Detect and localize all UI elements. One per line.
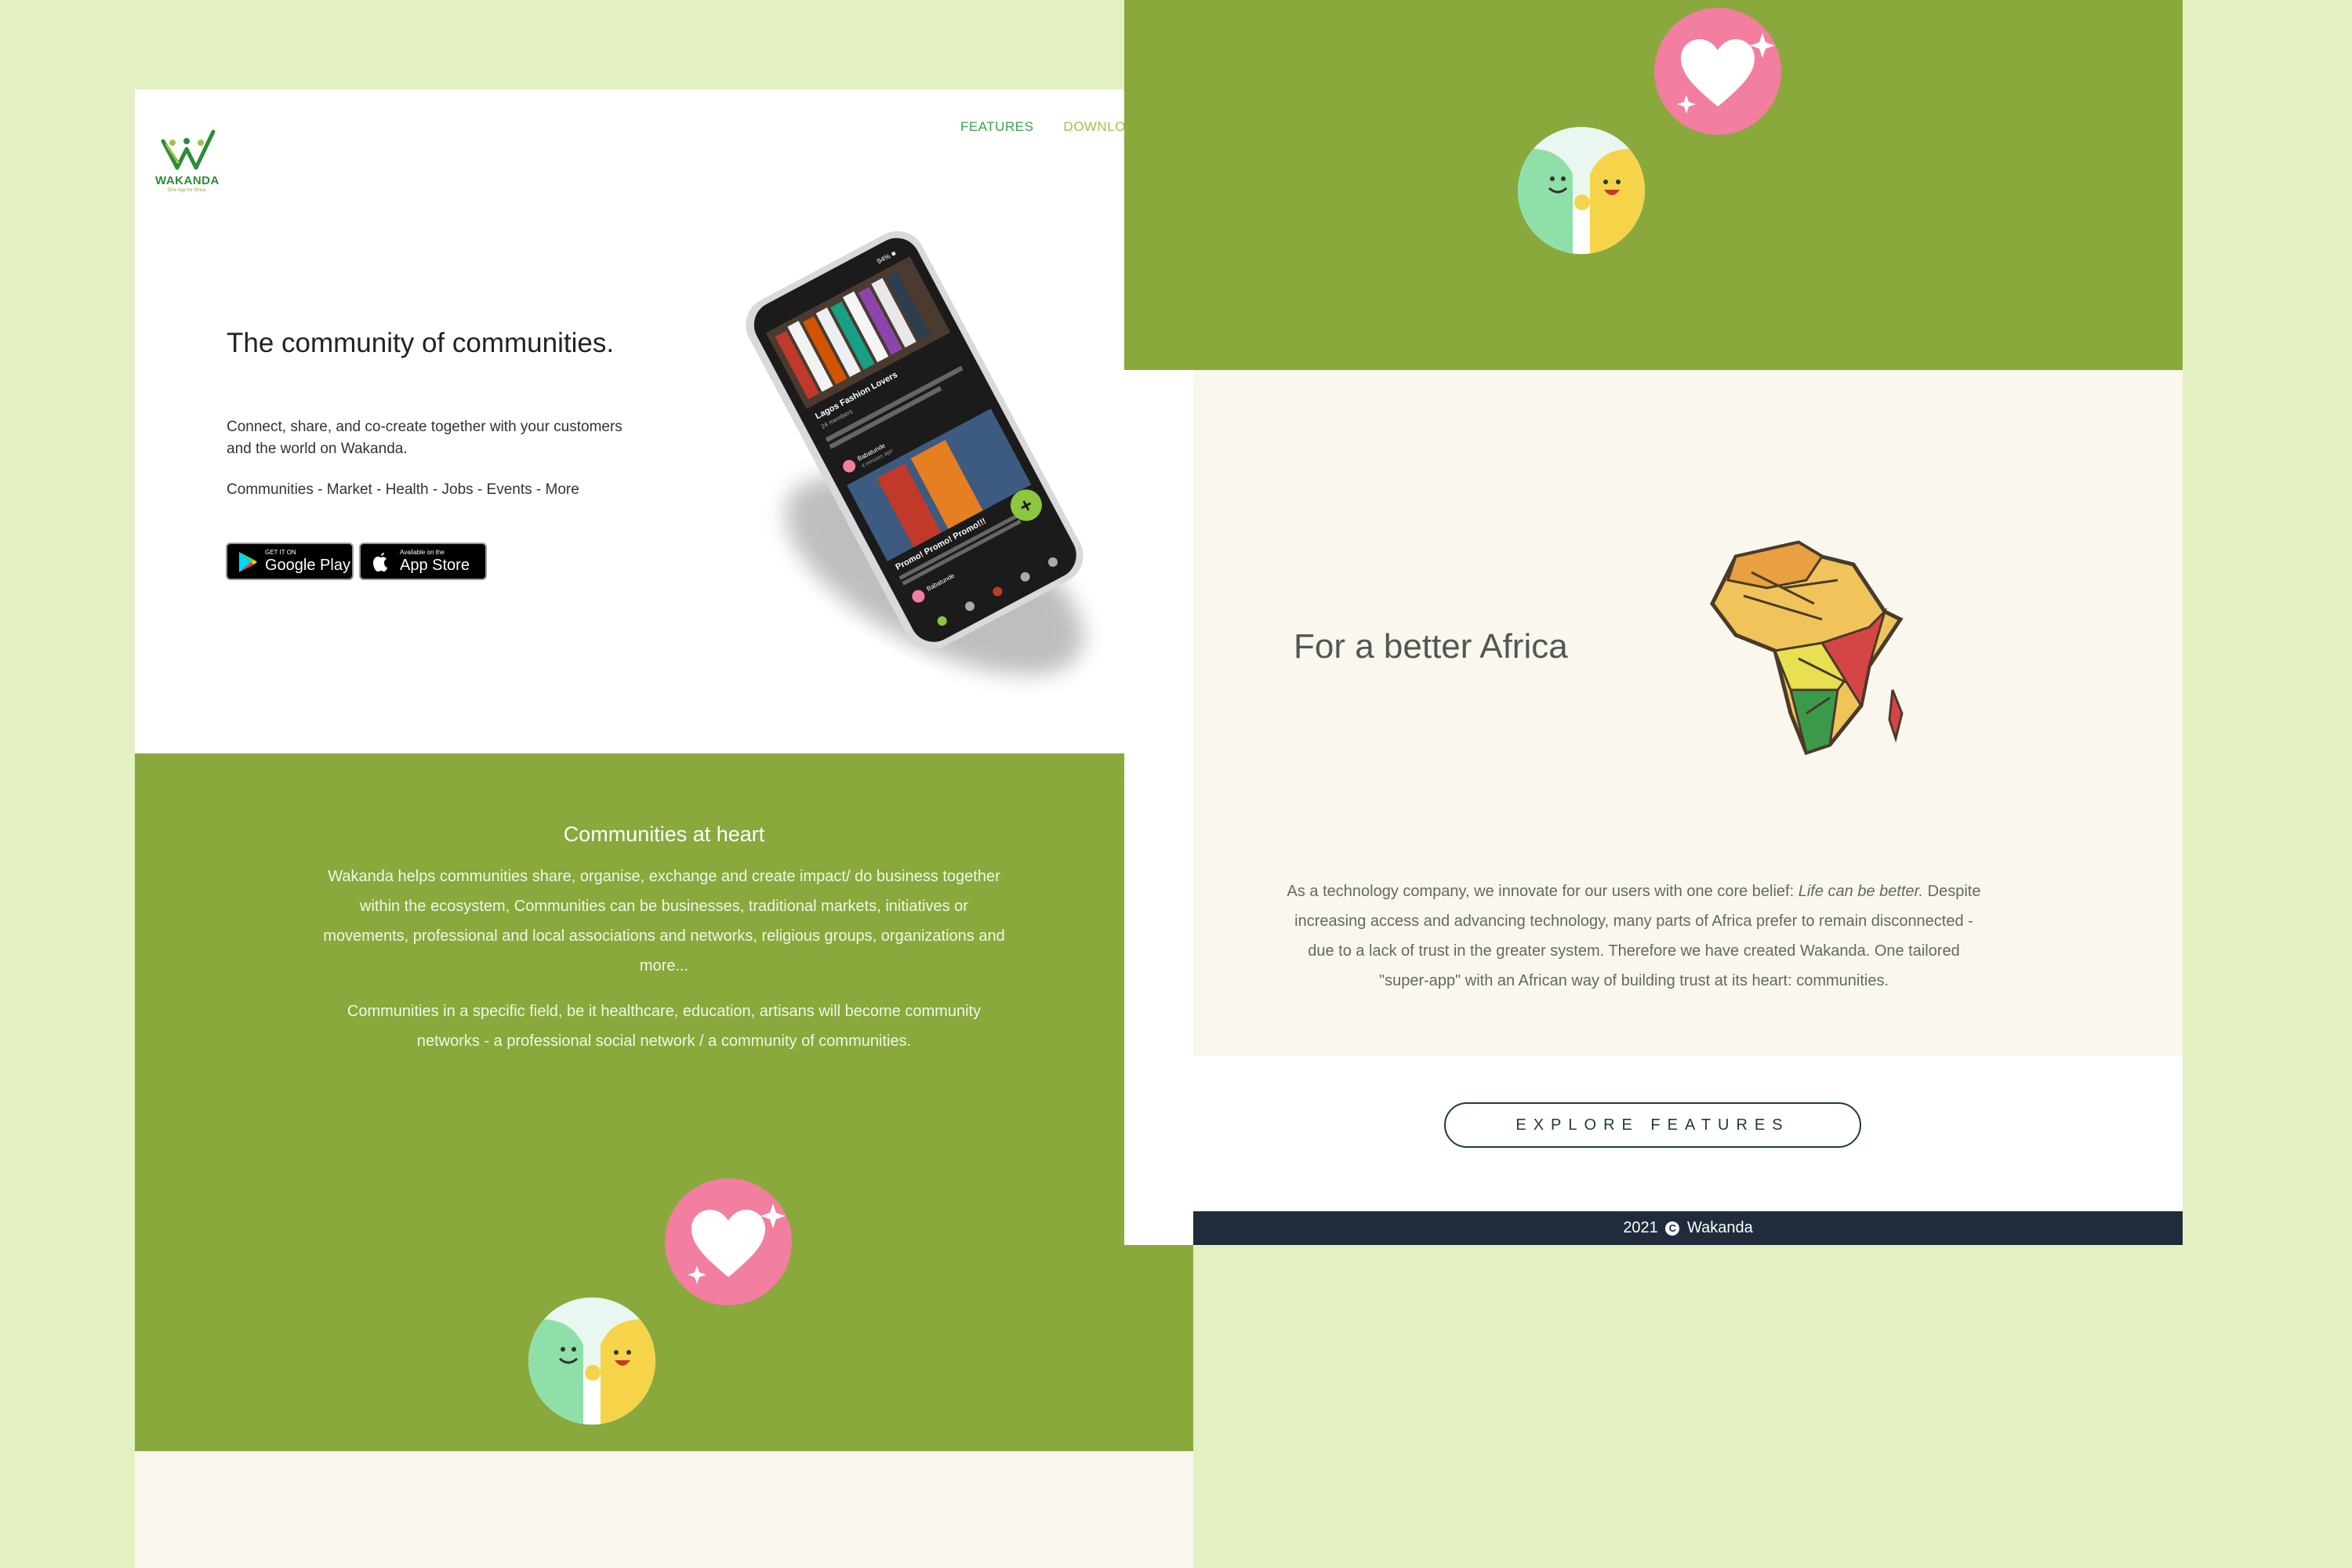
friends-badge <box>528 1298 655 1425</box>
communities-paragraph-2: Communities in a specific field, be it h… <box>347 1003 982 1050</box>
belief-paragraph: As a technology company, we innovate for… <box>1281 877 1987 996</box>
communities-section: Communities at heart Wakanda helps commu… <box>135 753 1193 1451</box>
google-play-button[interactable]: GET IT ON Google Play <box>226 543 354 580</box>
heart-icon <box>1677 33 1775 114</box>
footer-brand: Wakanda <box>1686 1219 1753 1236</box>
google-play-icon <box>239 552 257 572</box>
africa-title: For a better Africa <box>1294 627 1568 666</box>
cream-band-bottom <box>135 1451 1193 1568</box>
hero-title: The community of communities. <box>227 328 615 358</box>
app-store-button[interactable]: Available on the App Store <box>359 543 487 580</box>
friends-badge-top <box>1518 127 1645 254</box>
right-page-view: For a better Africa As a technology comp… <box>1124 0 2183 1245</box>
heart-badge-top <box>1654 8 1781 135</box>
hero-categories: Communities - Market - Health - Jobs - E… <box>227 481 579 498</box>
wakanda-logo-icon <box>161 129 216 170</box>
phone-mockup: 94% ■ Lagos Fashion Lovers 24 members Ba… <box>746 230 1084 675</box>
footer-year: 2021 <box>1623 1219 1658 1236</box>
apple-icon <box>373 553 387 572</box>
communities-title: Communities at heart <box>563 822 765 846</box>
green-hero-band <box>1124 0 2183 370</box>
communities-paragraph-1: Wakanda helps communities share, organis… <box>323 868 1005 975</box>
google-play-big-text: Google Play <box>265 557 350 574</box>
logo-wordmark: WAKANDA <box>155 174 220 187</box>
heart-icon <box>688 1203 786 1284</box>
left-page-view: WAKANDA One App for Africa FEATURES DOWN… <box>135 89 1193 1568</box>
app-store-big-text: App Store <box>400 557 470 574</box>
google-play-small-text: GET IT ON <box>265 549 296 556</box>
copyright-icon: C <box>1665 1221 1680 1236</box>
friends-icon <box>1518 127 1645 254</box>
app-store-small-text: Available on the <box>400 549 445 556</box>
hero-subtitle: Connect, share, and co-create together w… <box>227 419 622 457</box>
heart-badge <box>665 1178 792 1305</box>
wakanda-logo[interactable]: WAKANDA One App for Africa <box>155 127 234 198</box>
logo-tagline: One App for Africa <box>167 188 206 193</box>
nav-features-link[interactable]: FEATURES <box>960 119 1033 135</box>
explore-features-button[interactable]: EXPLORE FEATURES <box>1444 1102 1861 1148</box>
africa-map-icon <box>1710 540 1904 756</box>
belief-lead: As a technology company, we innovate for… <box>1287 883 1798 900</box>
footer: 2021 C Wakanda <box>1193 1211 2183 1245</box>
belief-emphasis: Life can be better. <box>1798 883 1924 900</box>
friends-icon <box>528 1298 655 1425</box>
